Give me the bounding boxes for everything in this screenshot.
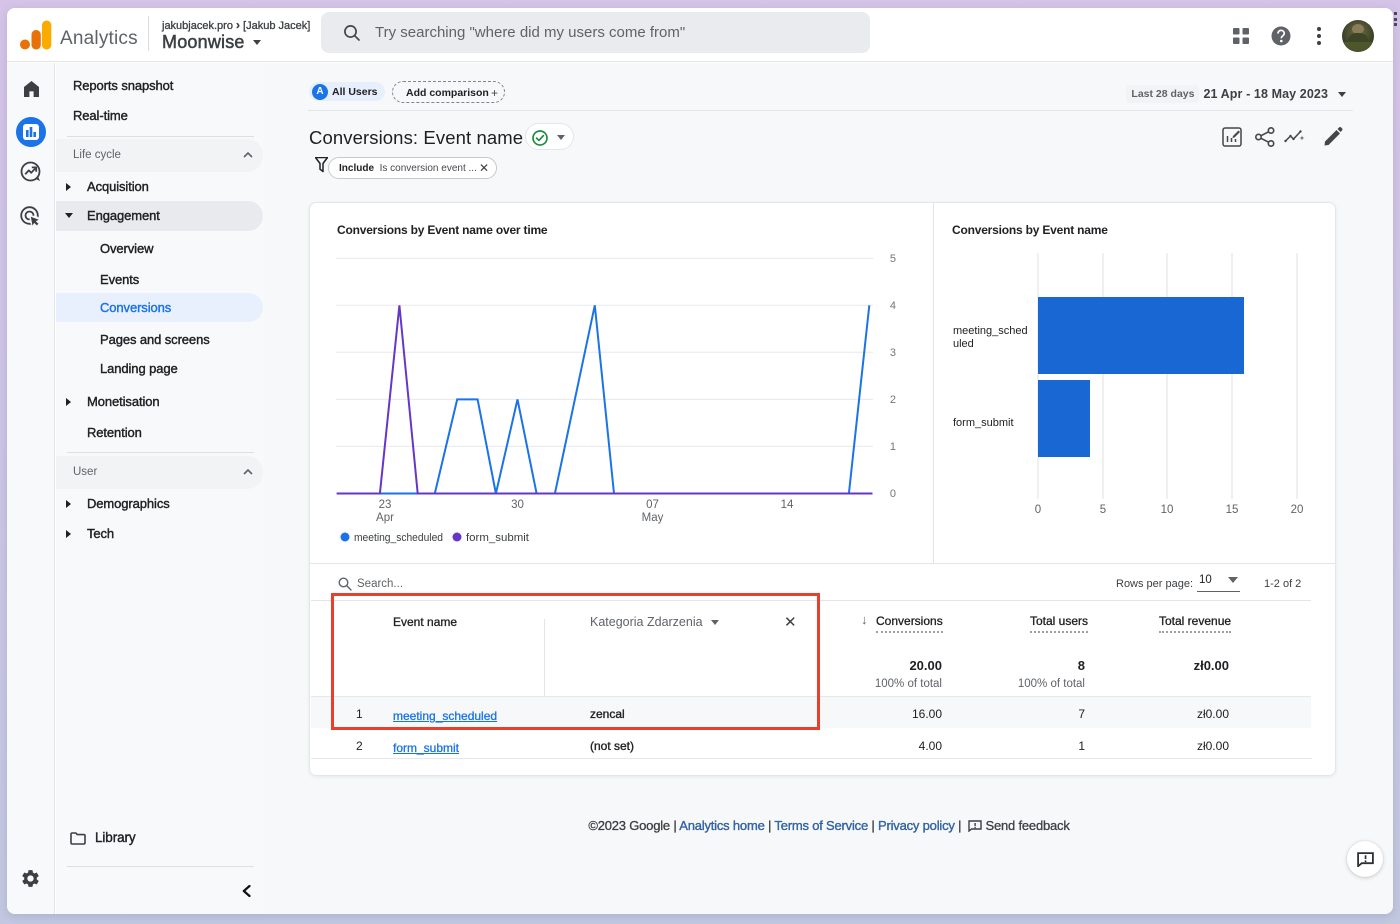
svg-text:meeting_scheduled: meeting_scheduled — [354, 532, 443, 544]
svg-text:uled: uled — [953, 338, 974, 350]
svg-text:20: 20 — [1291, 504, 1304, 516]
svg-text:1: 1 — [890, 441, 896, 453]
svg-text:07: 07 — [646, 499, 659, 511]
svg-text:4: 4 — [890, 300, 896, 312]
svg-text:0: 0 — [890, 488, 896, 500]
svg-text:0: 0 — [1035, 504, 1041, 516]
svg-text:14: 14 — [781, 499, 794, 511]
svg-text:form_submit: form_submit — [953, 417, 1014, 429]
svg-text:2: 2 — [890, 394, 896, 406]
svg-text:form_submit: form_submit — [466, 532, 529, 544]
svg-text:15: 15 — [1226, 504, 1239, 516]
svg-text:Apr: Apr — [376, 512, 394, 524]
svg-text:3: 3 — [890, 347, 896, 359]
svg-text:5: 5 — [890, 253, 896, 265]
svg-text:23: 23 — [379, 499, 392, 511]
svg-text:5: 5 — [1100, 504, 1106, 516]
svg-text:10: 10 — [1161, 504, 1174, 516]
svg-text:meeting_sched: meeting_sched — [953, 325, 1028, 337]
svg-text:30: 30 — [511, 499, 524, 511]
svg-text:May: May — [642, 512, 664, 524]
